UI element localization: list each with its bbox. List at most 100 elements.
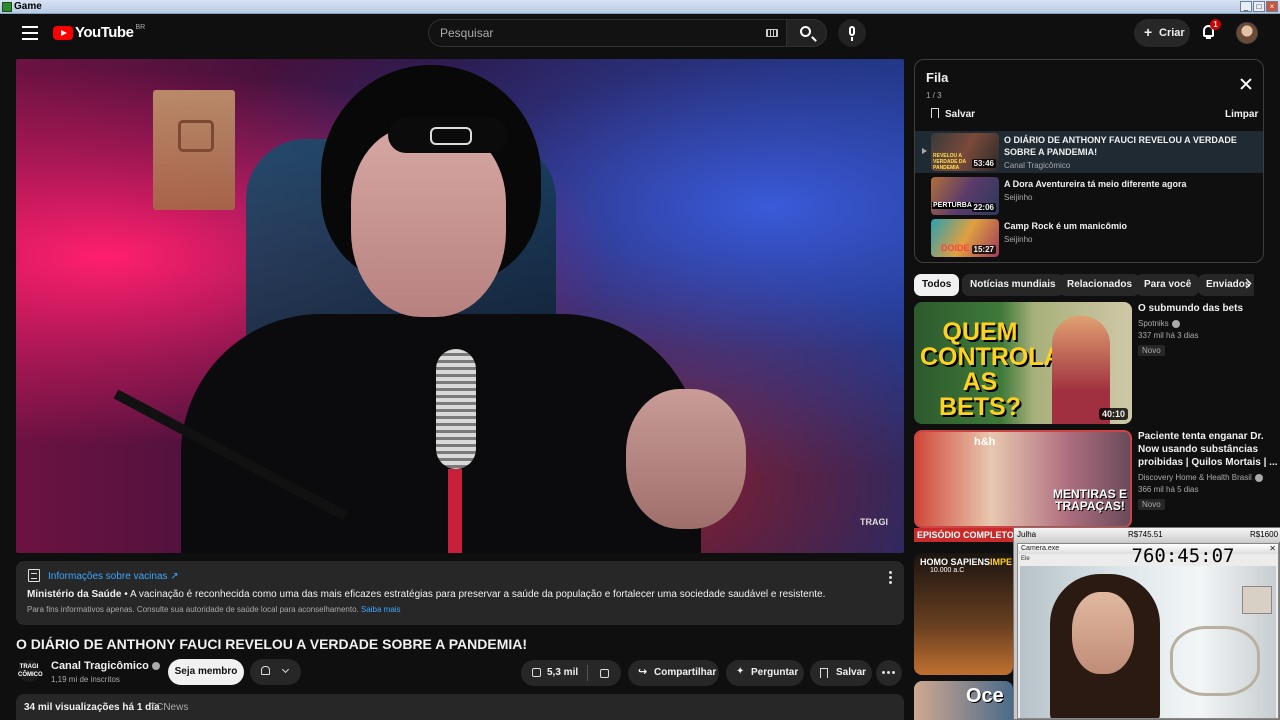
search-icon (800, 26, 811, 37)
mic-pole (448, 469, 462, 553)
info-panel-footer: Para fins informativos apenas. Consulte … (27, 605, 401, 614)
search-button[interactable] (786, 19, 827, 47)
thumbnail-text: HOMO SAPIENS (920, 557, 991, 567)
recommendation-thumbnail: Oce (914, 681, 1013, 720)
more-vert-icon[interactable] (889, 571, 892, 584)
duration: 53:46 (971, 159, 996, 168)
queue-item-channel: Canal Tragicômico (1004, 161, 1071, 170)
queue-item-title: Camp Rock é um manicômio (1004, 221, 1128, 231)
verified-icon (1171, 319, 1180, 328)
stream-timer: 760:45:07 (1131, 545, 1235, 567)
subscriber-count: 1,19 mi de inscritos (51, 675, 120, 684)
webcam-person-face (1072, 592, 1134, 674)
recommendation-channel: Discovery Home & Health Brasil (1138, 473, 1280, 482)
thumbnail-text: MENTIRAS E TRAPAÇAS! (1052, 487, 1127, 513)
webcam-object (1242, 586, 1272, 614)
queue-panel: Fila 1 / 3 Salvar Limpar REVELOU A VERDA… (914, 59, 1264, 263)
share-button[interactable]: ↪ Compartilhar (628, 660, 719, 686)
subscription-bell-button[interactable] (250, 659, 301, 685)
info-panel-title[interactable]: Informações sobre vacinas ↗ (48, 571, 179, 582)
keyboard-icon[interactable] (766, 29, 778, 37)
queue-save-button[interactable]: Salvar (931, 108, 975, 120)
chip-world-news[interactable]: Notícias mundiais (962, 274, 1064, 296)
duration: 40:10 (1098, 408, 1128, 420)
webcam-mirror (1170, 626, 1260, 696)
maximize-button[interactable]: □ (1253, 1, 1265, 12)
recommendation-meta: 366 mil há 5 dias (1138, 485, 1199, 494)
account-avatar[interactable] (1236, 22, 1258, 44)
more-actions-button[interactable] (876, 660, 902, 686)
video-player[interactable]: TRAGI (16, 59, 904, 553)
chip-related[interactable]: Relacionados (1059, 274, 1141, 296)
bookmark-icon (931, 108, 939, 118)
overlay-name: Julha (1017, 530, 1037, 539)
info-document-icon (28, 569, 40, 582)
microphone-icon (849, 26, 855, 36)
logo-text: YouTube (75, 24, 134, 41)
hh-logo: h&h (974, 436, 996, 448)
like-dislike-group: 5,3 mil (521, 660, 621, 686)
app-icon (2, 2, 12, 12)
camera-subtitle: Ele (1021, 556, 1030, 562)
recommendation-thumbnail: h&h MENTIRAS E TRAPAÇAS! (914, 430, 1132, 528)
join-button[interactable]: Seja membro (168, 659, 244, 685)
close-icon[interactable] (1240, 78, 1252, 90)
recommendation-channel: Spotniks (1138, 319, 1280, 328)
recommendation-item[interactable]: QUEM CONTROLA AS BETS? 40:10 O submundo … (914, 302, 1280, 424)
chip-for-you[interactable]: Para você (1136, 274, 1200, 296)
filter-chips: Todos Notícias mundiais Relacionados Par… (914, 274, 1254, 296)
queue-item-title: A Dora Aventureira tá meio diferente ago… (1004, 179, 1187, 189)
recommendation-item[interactable]: HOMO SAPIENS 10.000 a.C IMPE (914, 553, 1013, 675)
queue-clear-button[interactable]: Limpar (1225, 109, 1258, 120)
recommendation-thumbnail: QUEM CONTROLA AS BETS? 40:10 (914, 302, 1132, 424)
create-button[interactable]: + Criar (1134, 19, 1190, 47)
duration: 22:06 (971, 203, 996, 212)
stream-overlay: Julha R$745.51 R$1600 Camera.exe ✕ Ele 7… (1013, 527, 1280, 720)
search-input[interactable] (440, 26, 740, 40)
dislike-icon[interactable] (600, 669, 609, 678)
sparkle-icon: ✦ (736, 666, 745, 677)
queue-item[interactable]: DOIDE 15:27 Camp Rock é um manicômio Seij… (915, 217, 1263, 259)
like-icon[interactable] (532, 668, 541, 677)
notifications-button[interactable]: 1 (1200, 19, 1221, 41)
search-box (428, 19, 786, 47)
channel-name[interactable]: Canal Tragicômico (51, 660, 160, 672)
queue-count: 1 / 3 (926, 91, 942, 100)
person-face (351, 127, 506, 317)
ask-button[interactable]: ✦ Perguntar (726, 660, 804, 686)
like-count[interactable]: 5,3 mil (547, 667, 578, 678)
close-icon[interactable]: ✕ (1269, 544, 1276, 553)
bookmark-icon (820, 668, 828, 678)
window-title: Game (14, 1, 42, 12)
webcam-feed (1020, 566, 1276, 718)
bell-icon (261, 666, 270, 675)
chip-all[interactable]: Todos (914, 274, 960, 296)
queue-thumbnail: DOIDE 15:27 (931, 219, 999, 257)
menu-icon[interactable] (22, 26, 38, 40)
more-horiz-icon (882, 671, 896, 674)
thumbnail-text: Oce (966, 685, 1004, 707)
recommendation-item[interactable]: Oce (914, 681, 1013, 720)
queue-thumbnail: REVELOU A VERDADE DA PANDEMIA 53:46 (931, 133, 999, 171)
queue-item-title: O DIÁRIO DE ANTHONY FAUCI REVELOU A VERD… (1004, 135, 1237, 157)
thumbnail-extra: IMPE (990, 557, 1013, 567)
hashtag[interactable]: TCNews (150, 702, 188, 713)
save-button[interactable]: Salvar (810, 660, 872, 686)
learn-more-link[interactable]: Saiba mais (361, 605, 401, 614)
channel-watermark[interactable]: TRAGI (860, 518, 888, 527)
queue-item[interactable]: PERTURBA 22:06 A Dora Aventureira tá mei… (915, 175, 1263, 217)
channel-avatar[interactable]: TRAGI CÔMICO (18, 660, 43, 682)
close-button[interactable]: × (1266, 1, 1278, 12)
queue-item[interactable]: REVELOU A VERDADE DA PANDEMIA 53:46 O DI… (915, 131, 1263, 173)
region-code: BR (135, 24, 146, 31)
thumbnail-text: QUEM CONTROLA AS BETS? (920, 318, 1062, 421)
overlay-goal: R$1600 (1250, 530, 1279, 539)
camera-window-title: Camera.exe (1021, 545, 1060, 552)
video-title: O DIÁRIO DE ANTHONY FAUCI REVELOU A VERD… (16, 636, 528, 652)
description-box[interactable]: 34 mil visualizações há 1 dia TCNews (16, 694, 904, 720)
voice-search-button[interactable] (838, 19, 866, 47)
view-count: 34 mil visualizações há 1 dia (24, 702, 160, 713)
youtube-logo[interactable]: YouTube BR (53, 24, 145, 41)
queue-title: Fila (926, 70, 949, 85)
minimize-button[interactable]: _ (1240, 1, 1252, 12)
